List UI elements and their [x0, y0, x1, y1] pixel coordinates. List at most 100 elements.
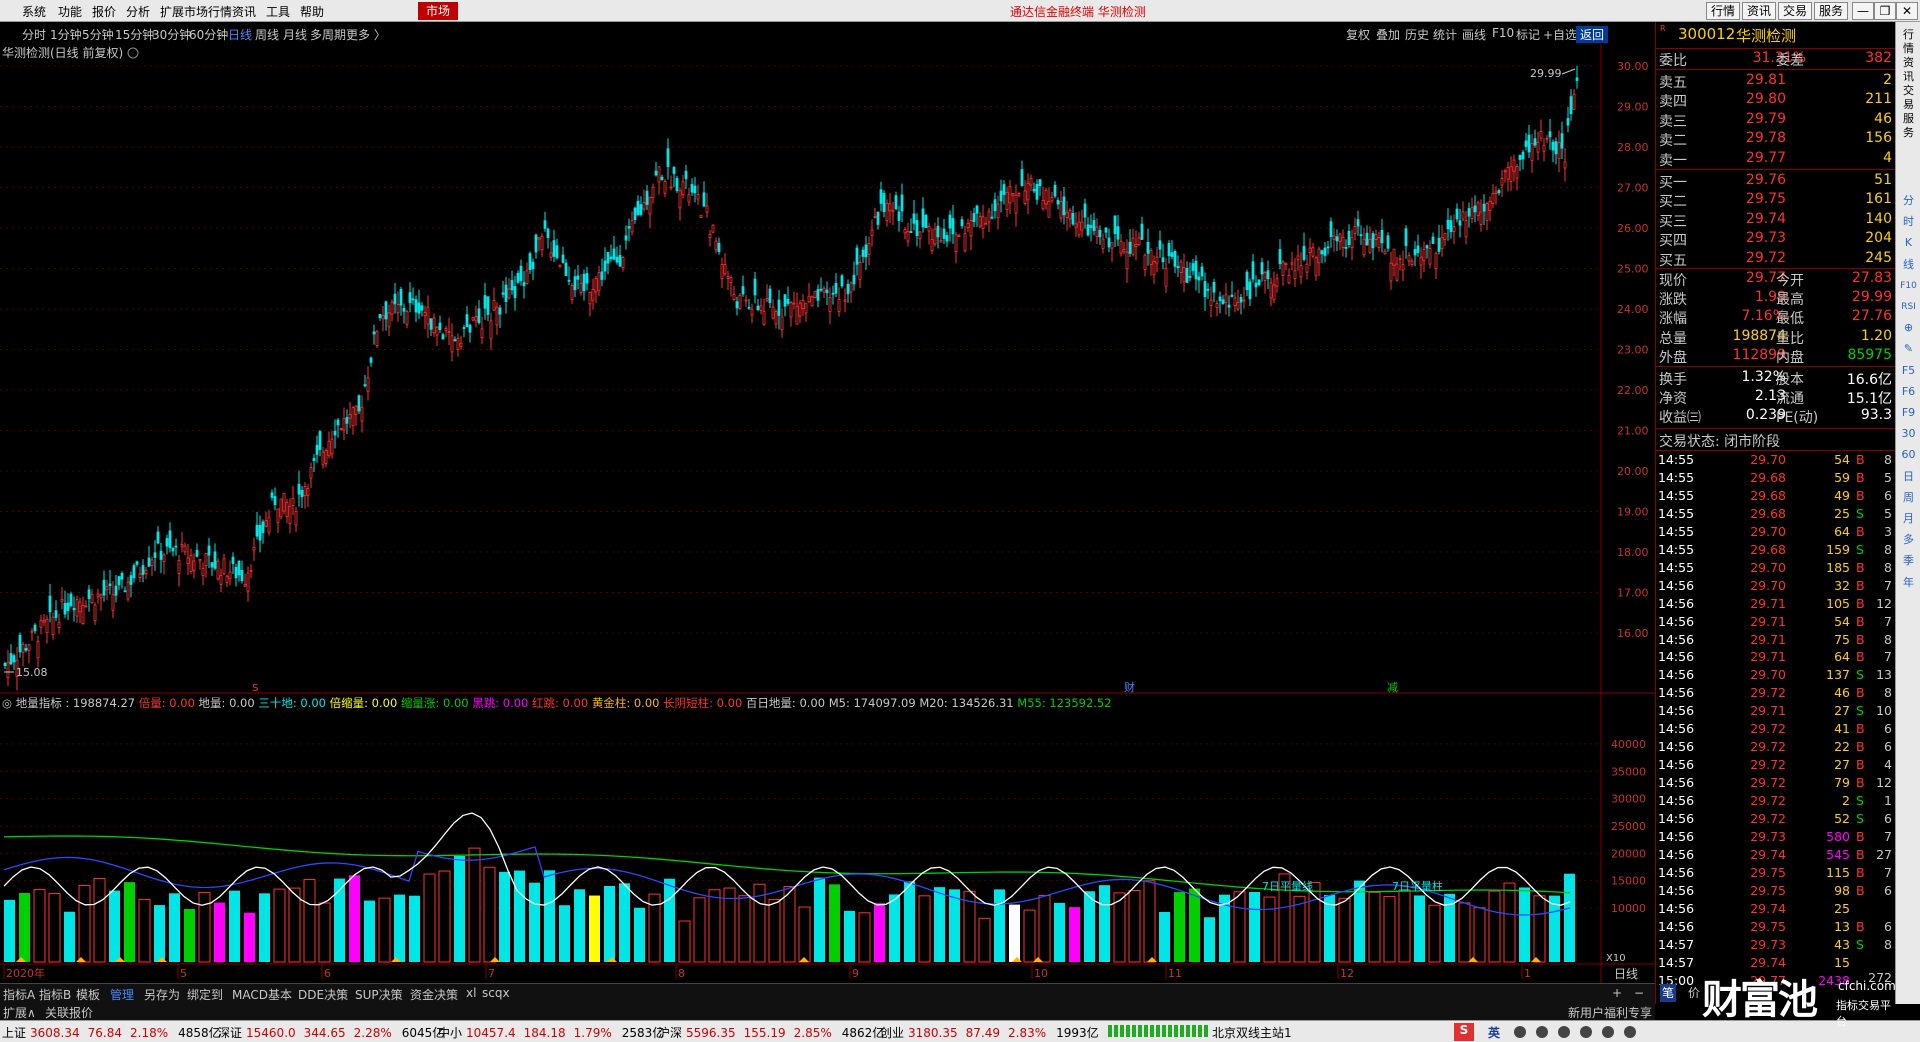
candle-body — [390, 301, 394, 315]
sidebar-item-11[interactable]: 线 — [1898, 256, 1919, 274]
kline-svg[interactable]: 华测检测(日线 前复权) 30.00 29.00 28.00 27.00 26.00 25.… — [0, 44, 1655, 1004]
mic-icon[interactable] — [1558, 1026, 1570, 1038]
candle-body — [129, 575, 133, 585]
sidebar-item-24[interactable]: 多 — [1898, 531, 1919, 549]
sidebar-item-12[interactable]: F10 — [1898, 277, 1919, 295]
sidebar-item-8[interactable]: 分 — [1898, 192, 1919, 210]
kline-chart-area[interactable]: 华测检测(日线 前复权) 30.00 29.00 28.00 27.00 26.00 25.… — [0, 44, 1655, 1004]
tab-remove[interactable]: − — [1634, 986, 1644, 1000]
sidebar-item-20[interactable]: 60 — [1898, 446, 1919, 464]
sidebar-item-14[interactable]: ⊕ — [1898, 319, 1919, 337]
sidebar-item-19[interactable]: 30 — [1898, 425, 1919, 443]
tab-3[interactable]: 管理 — [110, 986, 134, 1003]
candle-body — [105, 586, 109, 591]
period-0[interactable]: 分时 — [22, 26, 46, 43]
sidebar-item-9[interactable]: 时 — [1898, 213, 1919, 231]
sidebar-item-25[interactable]: 季 — [1898, 552, 1919, 570]
ime-lang[interactable]: 英 — [1488, 1024, 1500, 1041]
sidebar-item-13[interactable]: RSI — [1898, 298, 1919, 316]
grid-icon[interactable] — [1624, 1026, 1636, 1038]
menu-tools[interactable]: 工具 — [266, 3, 290, 20]
period-9[interactable]: 多周期 — [310, 26, 346, 43]
period-3[interactable]: 15分钟 — [115, 26, 154, 43]
index-4[interactable]: 创业 3180.35 87.49 2.83% 1993亿 — [880, 1024, 1099, 1041]
menu-ext-market[interactable]: 扩展市场行情 — [160, 3, 232, 20]
tab-7[interactable]: DDE决策 — [298, 986, 348, 1003]
tab-add[interactable]: + — [1612, 986, 1622, 1000]
period-2[interactable]: 5分钟 — [82, 26, 114, 43]
minimize-button[interactable]: — — [1852, 2, 1874, 20]
menu-analysis[interactable]: 分析 — [126, 3, 150, 20]
sidebar-item-7[interactable]: 务 — [1898, 124, 1919, 142]
period-4[interactable]: 30分钟 — [152, 26, 191, 43]
market-button[interactable]: 市场 — [418, 2, 458, 20]
toolbar-3[interactable]: 统计 — [1433, 26, 1457, 43]
tab-2[interactable]: 模板 — [76, 986, 100, 1003]
toolbar-5[interactable]: F10 — [1492, 26, 1514, 40]
tab-6[interactable]: MACD基本 — [232, 986, 292, 1003]
stock-name: 华测检测 — [1736, 27, 1797, 45]
period-5[interactable]: 60分钟 — [189, 26, 228, 43]
sidebar-item-21[interactable]: 日 — [1898, 468, 1919, 486]
toolbar-8[interactable]: 返回 — [1576, 26, 1609, 43]
toolbar-6[interactable]: 标记 — [1516, 26, 1540, 43]
news-button[interactable]: 资讯 — [1742, 2, 1777, 20]
tab-1[interactable]: 指标B — [39, 986, 71, 1003]
sidebar-item-15[interactable]: ✎ — [1898, 340, 1919, 358]
candle-body — [459, 342, 463, 347]
indicator-item-0: 倍量: 0.00 — [139, 696, 199, 710]
index-3[interactable]: 沪深 5596.35 155.19 2.85% 4862亿 — [658, 1024, 884, 1041]
menu-quote[interactable]: 报价 — [92, 3, 116, 20]
volume-bar — [438, 870, 451, 963]
index-0[interactable]: 上证 3608.34 76.84 2.18% 4858亿 — [2, 1024, 221, 1041]
service-button[interactable]: 服务 — [1814, 2, 1849, 20]
dot-icon[interactable] — [1536, 1026, 1548, 1038]
tab-8[interactable]: SUP决策 — [355, 986, 403, 1003]
quote-foot-jia[interactable]: 价 — [1688, 984, 1700, 1001]
candle-body — [468, 324, 472, 333]
sidebar-item-10[interactable]: K — [1898, 234, 1919, 252]
shirt-icon[interactable] — [1602, 1026, 1614, 1038]
tab-4[interactable]: 另存为 — [144, 986, 180, 1003]
related-quote[interactable]: 关联报价 — [45, 1004, 93, 1021]
period-8[interactable]: 月线 — [283, 26, 307, 43]
candle-body — [486, 296, 490, 315]
menu-system[interactable]: 系统 — [22, 3, 46, 20]
index-1[interactable]: 深证 15460.0 344.65 2.28% 6045亿 — [218, 1024, 444, 1041]
sidebar-item-18[interactable]: F9 — [1898, 404, 1919, 422]
expand-toggle[interactable]: 扩展∧ — [3, 1004, 36, 1021]
toolbar-7[interactable]: +自选 — [1543, 26, 1577, 43]
trade-button[interactable]: 交易 — [1778, 2, 1813, 20]
keyboard-icon[interactable] — [1580, 1026, 1592, 1038]
menu-news[interactable]: 资讯 — [232, 3, 256, 20]
tab-5[interactable]: 绑定到 — [187, 986, 223, 1003]
menu-function[interactable]: 功能 — [58, 3, 82, 20]
toolbar-0[interactable]: 复权 — [1346, 26, 1370, 43]
menu-help[interactable]: 帮助 — [300, 3, 324, 20]
moon-icon[interactable] — [1514, 1026, 1526, 1038]
toolbar-1[interactable]: 叠加 — [1376, 26, 1400, 43]
quote-foot-bi[interactable]: 笔 — [1660, 984, 1676, 1002]
sidebar-item-26[interactable]: 年 — [1898, 574, 1919, 592]
maximize-button[interactable]: ❐ — [1874, 2, 1896, 20]
period-7[interactable]: 周线 — [255, 26, 279, 43]
close-button[interactable]: ✕ — [1896, 2, 1918, 20]
tab-9[interactable]: 资金决策 — [410, 986, 458, 1003]
new-user-promo[interactable]: 新用户福利专享 — [1568, 1004, 1652, 1021]
toolbar-2[interactable]: 历史 — [1405, 26, 1429, 43]
sidebar-item-16[interactable]: F5 — [1898, 362, 1919, 380]
tab-0[interactable]: 指标A — [3, 986, 35, 1003]
sidebar-item-23[interactable]: 月 — [1898, 510, 1919, 528]
tab-10[interactable]: xl — [466, 986, 476, 1000]
toolbar-4[interactable]: 画线 — [1462, 26, 1486, 43]
quote-button[interactable]: 行情 — [1706, 2, 1741, 20]
candle-body — [156, 531, 160, 544]
sidebar-item-22[interactable]: 周 — [1898, 489, 1919, 507]
period-1[interactable]: 1分钟 — [50, 26, 82, 43]
period-10[interactable]: 更多 〉 — [346, 26, 386, 43]
sidebar-item-17[interactable]: F6 — [1898, 383, 1919, 401]
index-2[interactable]: 中小 10457.4 184.18 1.79% 2583亿 — [438, 1024, 664, 1041]
period-6[interactable]: 日线 — [228, 26, 252, 43]
candle-body — [627, 226, 631, 229]
tab-11[interactable]: scqx — [482, 986, 510, 1000]
